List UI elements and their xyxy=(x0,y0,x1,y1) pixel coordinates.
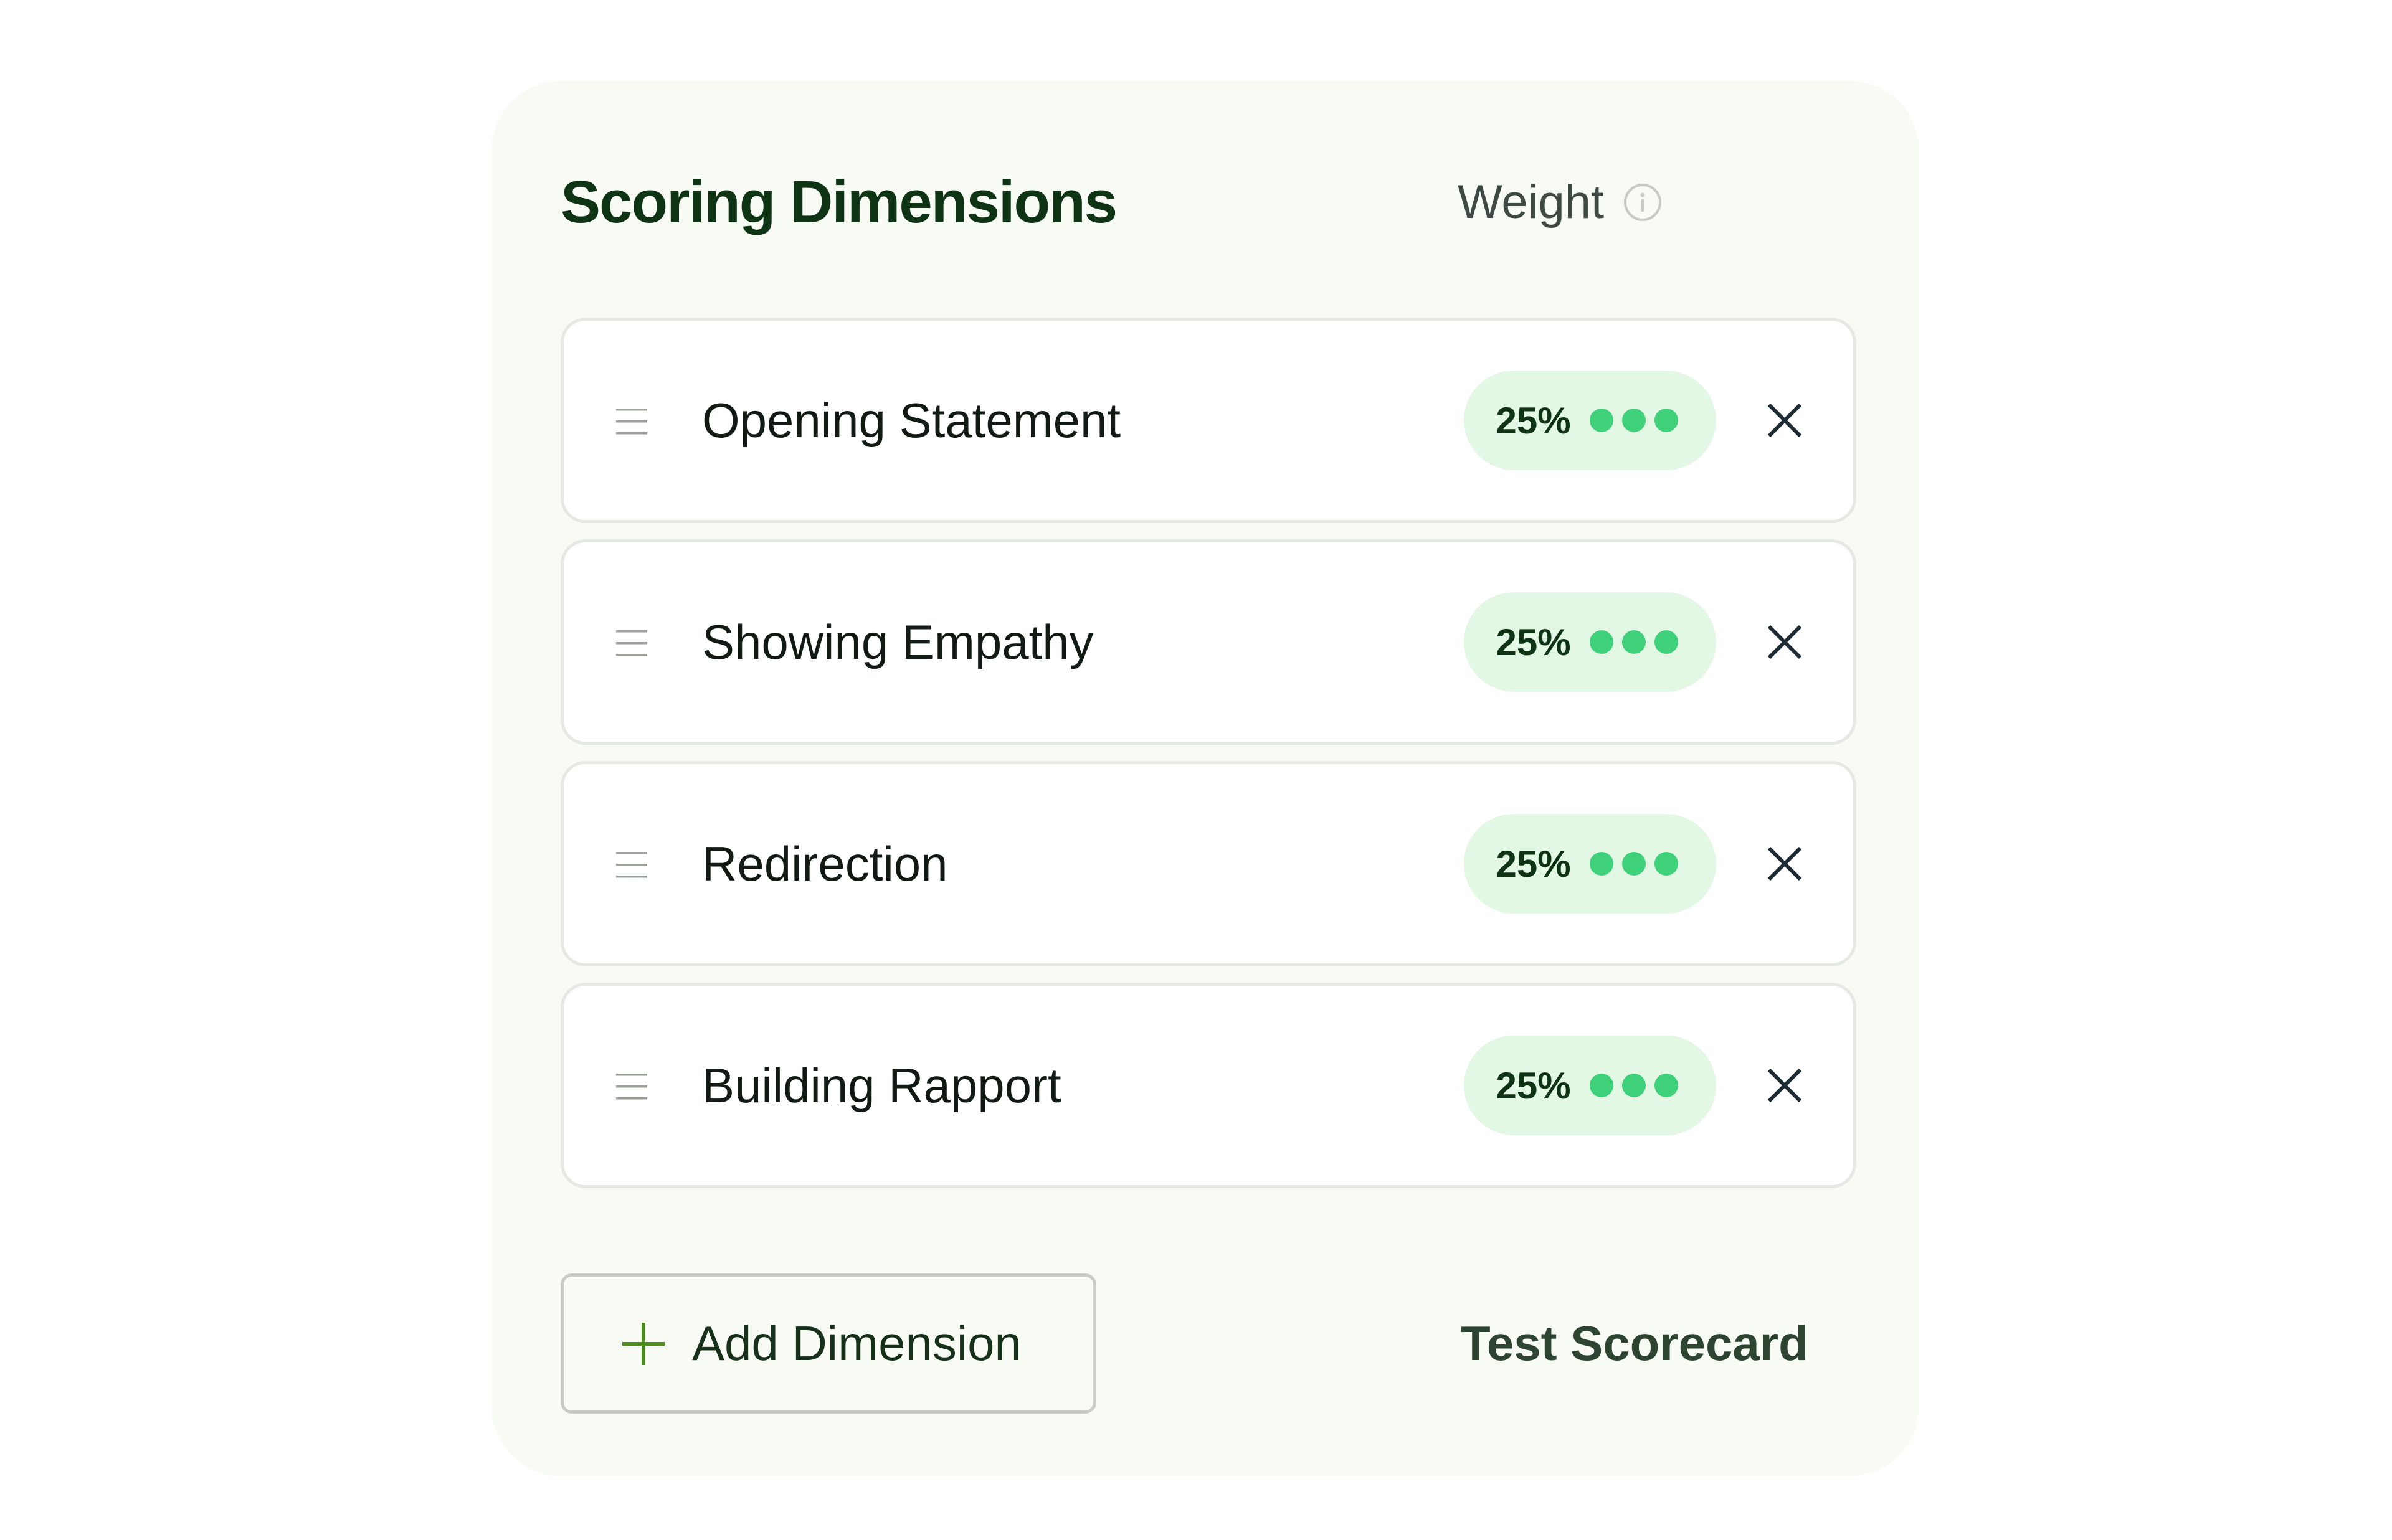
weight-badge[interactable]: 25% xyxy=(1464,592,1716,692)
weight-header-label: Weight xyxy=(1458,176,1605,229)
more-dots-icon xyxy=(1589,1074,1678,1097)
remove-dimension-button[interactable] xyxy=(1760,1061,1810,1110)
dimension-row[interactable]: Building Rapport 25% xyxy=(561,983,1856,1188)
more-dots-icon xyxy=(1589,852,1678,876)
test-scorecard-link[interactable]: Test Scorecard xyxy=(1461,1273,1808,1414)
dimension-label: Showing Empathy xyxy=(702,614,1094,669)
close-icon xyxy=(1767,846,1802,881)
canvas: Scoring Dimensions Weight Opening Statem… xyxy=(0,0,2392,1540)
plus-icon xyxy=(620,1320,667,1368)
dimension-list: Opening Statement 25% Showing Empathy 25… xyxy=(561,318,1856,1204)
remove-dimension-button[interactable] xyxy=(1760,395,1810,445)
scoring-dimensions-card: Scoring Dimensions Weight Opening Statem… xyxy=(492,81,1919,1476)
drag-handle-icon[interactable] xyxy=(615,405,648,438)
close-icon xyxy=(1767,625,1802,659)
weight-value: 25% xyxy=(1496,1064,1571,1107)
more-dots-icon xyxy=(1589,409,1678,432)
weight-column-header: Weight xyxy=(1458,156,1663,249)
more-dots-icon xyxy=(1589,630,1678,654)
close-icon xyxy=(1767,403,1802,438)
weight-value: 25% xyxy=(1496,621,1571,663)
add-dimension-button[interactable]: Add Dimension xyxy=(561,1273,1096,1414)
remove-dimension-button[interactable] xyxy=(1760,839,1810,889)
dimension-label: Redirection xyxy=(702,836,948,891)
weight-badge[interactable]: 25% xyxy=(1464,1036,1716,1135)
dimension-label: Opening Statement xyxy=(702,392,1121,448)
card-title: Scoring Dimensions xyxy=(561,169,1118,235)
dimension-row[interactable]: Showing Empathy 25% xyxy=(561,539,1856,745)
dimension-row[interactable]: Opening Statement 25% xyxy=(561,318,1856,523)
drag-handle-icon[interactable] xyxy=(615,626,648,660)
weight-badge[interactable]: 25% xyxy=(1464,371,1716,470)
weight-badge[interactable]: 25% xyxy=(1464,814,1716,914)
card-header: Scoring Dimensions Weight xyxy=(561,156,1850,249)
drag-handle-icon[interactable] xyxy=(615,848,648,882)
drag-handle-icon[interactable] xyxy=(615,1070,648,1103)
dimension-label: Building Rapport xyxy=(702,1057,1061,1113)
close-icon xyxy=(1767,1068,1802,1103)
weight-value: 25% xyxy=(1496,399,1571,442)
dimension-row[interactable]: Redirection 25% xyxy=(561,761,1856,966)
remove-dimension-button[interactable] xyxy=(1760,617,1810,667)
card-footer: Add Dimension Test Scorecard xyxy=(561,1273,1856,1414)
info-icon[interactable] xyxy=(1623,182,1663,222)
weight-value: 25% xyxy=(1496,843,1571,885)
add-dimension-label: Add Dimension xyxy=(692,1316,1022,1371)
